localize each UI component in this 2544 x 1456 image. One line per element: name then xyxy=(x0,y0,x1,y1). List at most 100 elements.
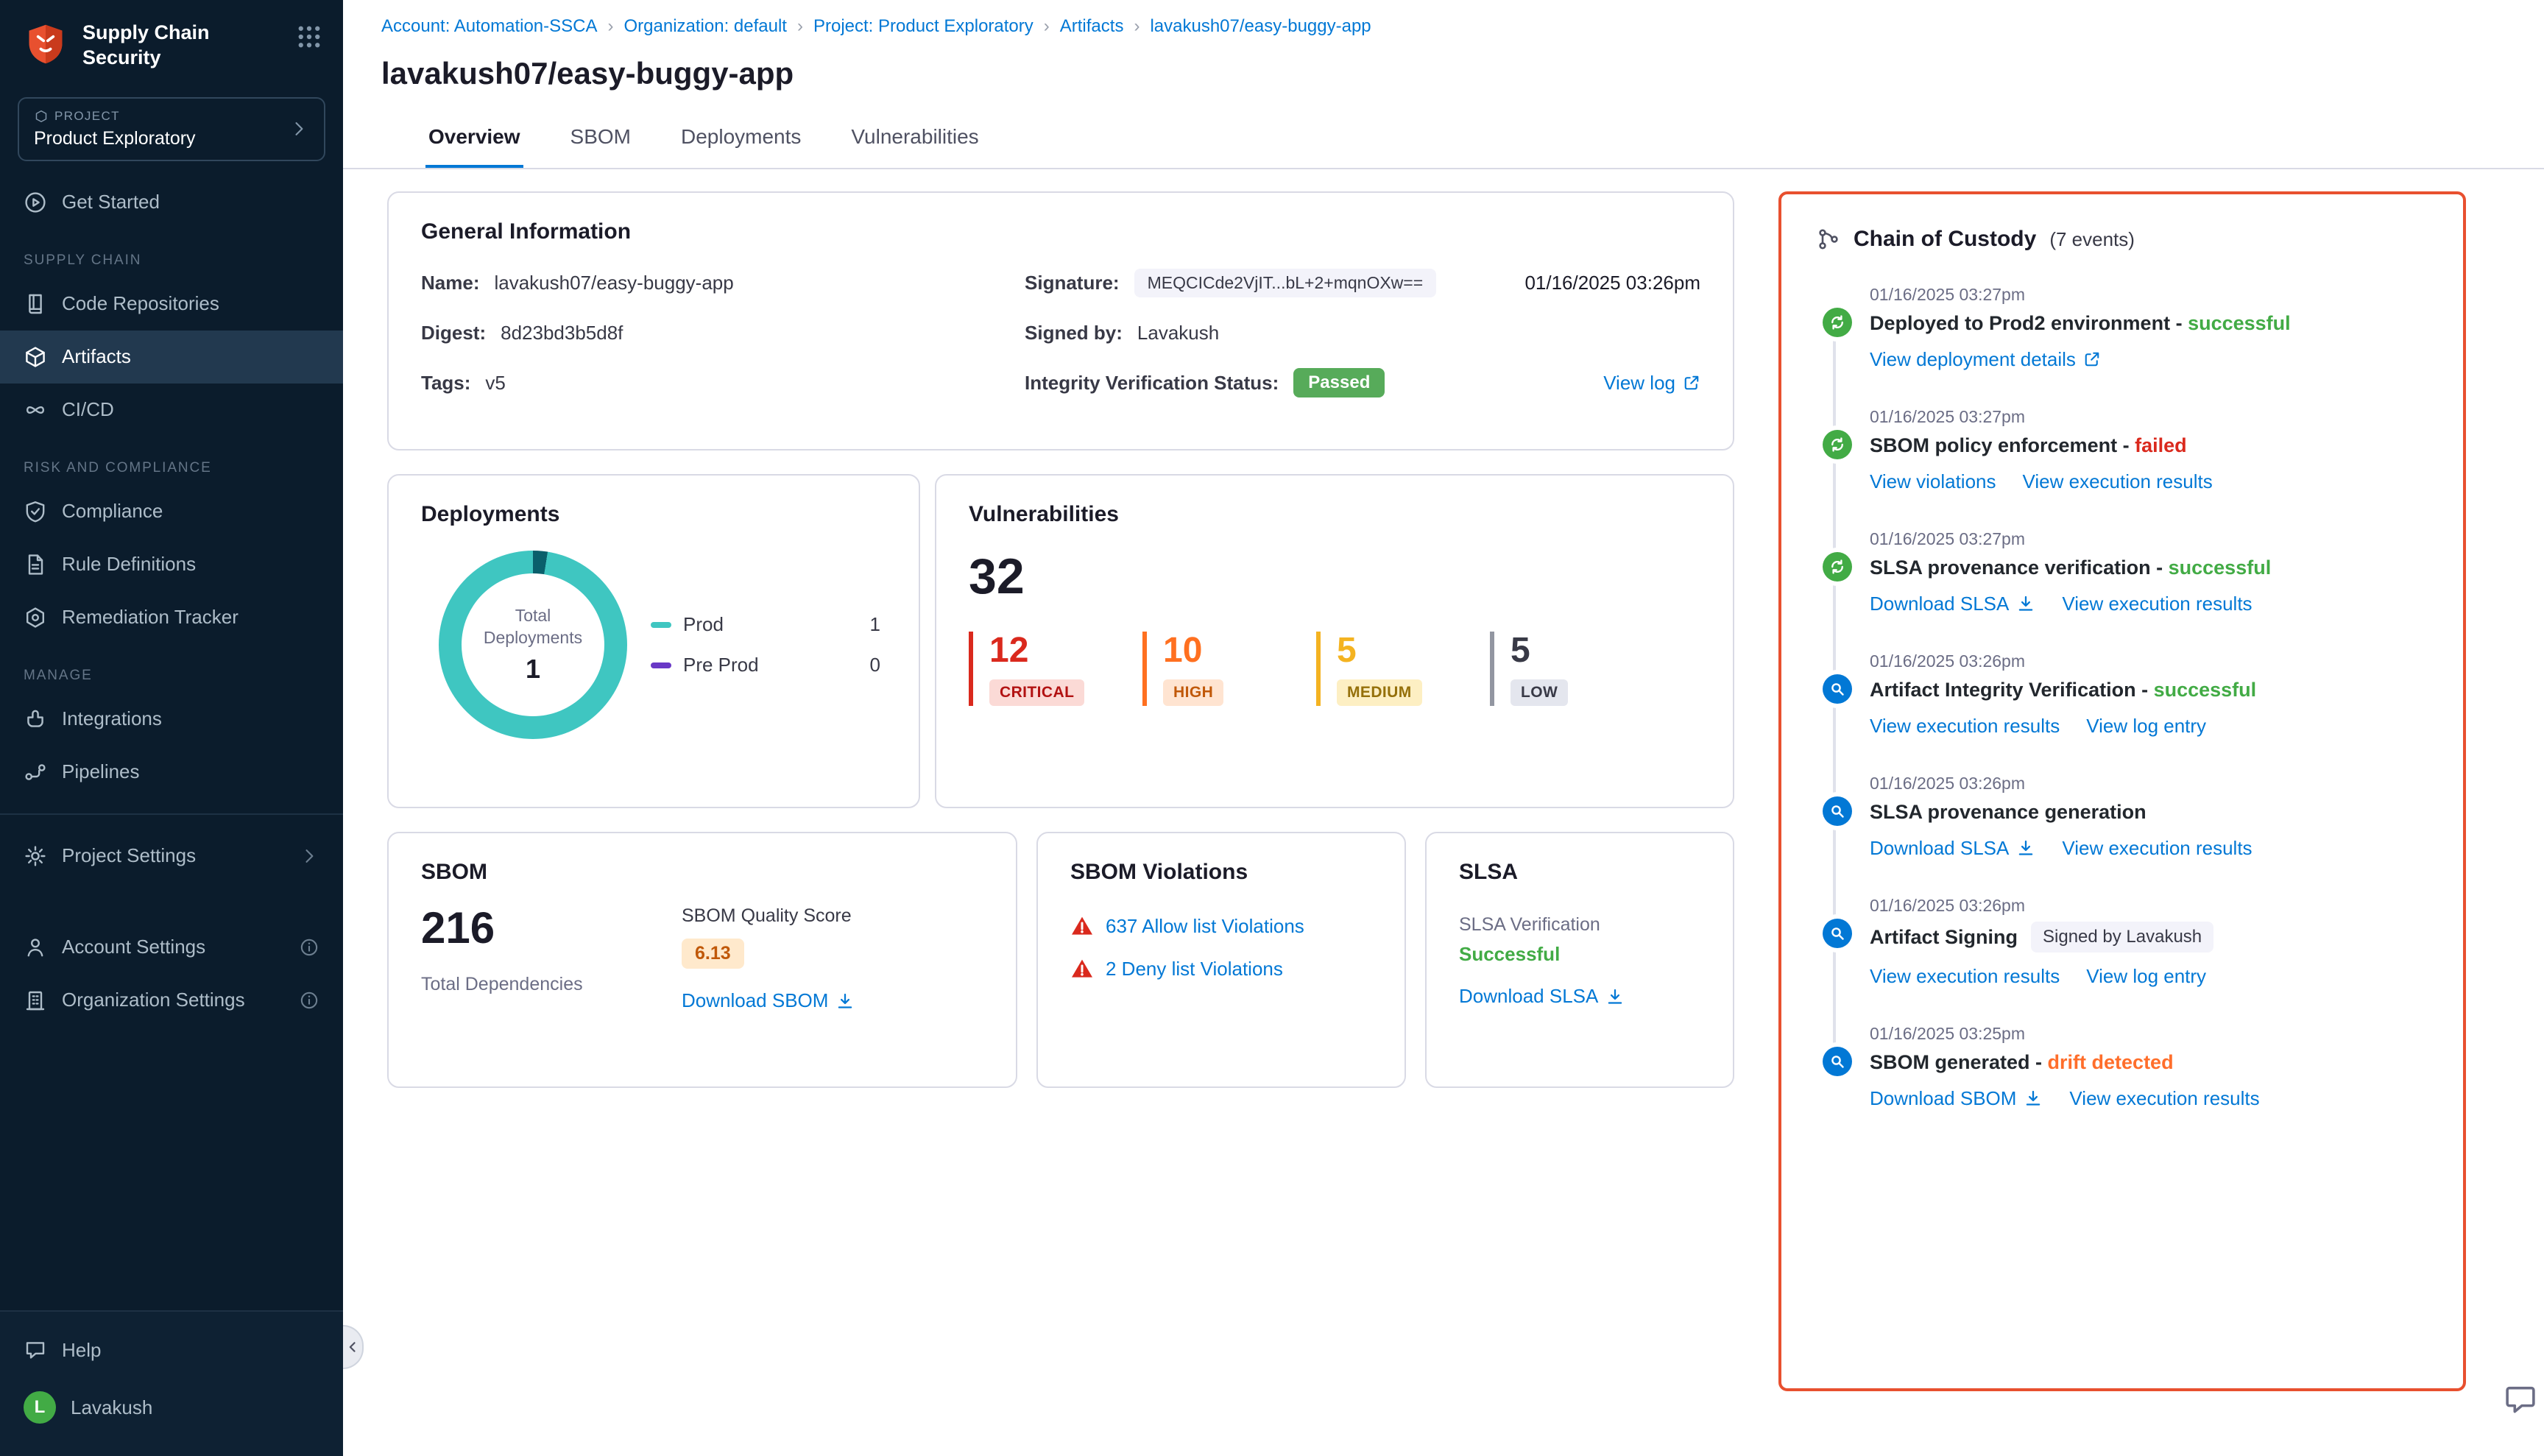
timeline-event: 01/16/2025 03:25pm SBOM generated - drif… xyxy=(1820,1023,2428,1110)
download-slsa-link[interactable]: Download SLSA xyxy=(1459,985,1625,1008)
download-slsa-link[interactable]: Download SLSA xyxy=(1870,592,2035,615)
signature-timestamp: 01/16/2025 03:26pm xyxy=(1524,272,1700,294)
field-tags: Tags: v5 xyxy=(421,368,1025,397)
rule-definitions-icon xyxy=(24,553,47,576)
sbom-quality-score: 6.13 xyxy=(682,939,744,969)
gear-icon xyxy=(24,844,47,868)
sidebar-item-help[interactable]: Help xyxy=(0,1324,343,1377)
event-title: SBOM generated - drift detected xyxy=(1870,1050,2428,1075)
section-label-supply-chain: SUPPLY CHAIN xyxy=(0,229,343,278)
pipelines-icon xyxy=(24,760,47,784)
chevron-right-icon xyxy=(299,846,319,866)
scan-icon xyxy=(1823,1047,1852,1076)
breadcrumb-project[interactable]: Project: Product Exploratory xyxy=(813,16,1034,37)
download-icon xyxy=(2016,838,2035,858)
legend-item-preprod: Pre Prod 0 xyxy=(651,654,880,676)
sbom-total-label: Total Dependencies xyxy=(421,974,583,995)
view-execution-results-link[interactable]: View execution results xyxy=(1870,964,2060,988)
account-icon xyxy=(24,936,47,959)
sidebar-item-label: Rule Definitions xyxy=(62,553,196,576)
scan-icon xyxy=(1823,674,1852,704)
sidebar-item-remediation-tracker[interactable]: Remediation Tracker xyxy=(0,591,343,644)
section-label-manage: MANAGE xyxy=(0,644,343,693)
download-sbom-link[interactable]: Download SBOM xyxy=(682,989,855,1012)
breadcrumb-account[interactable]: Account: Automation-SSCA xyxy=(381,16,597,37)
artifacts-icon xyxy=(24,345,47,369)
tab-vulnerabilities[interactable]: Vulnerabilities xyxy=(848,112,981,168)
download-slsa-link[interactable]: Download SLSA xyxy=(1870,836,2035,860)
sidebar-item-label: Get Started xyxy=(62,191,160,213)
legend-item-prod: Prod 1 xyxy=(651,613,880,636)
legend-swatch-preprod xyxy=(651,662,671,668)
tab-bar: Overview SBOM Deployments Vulnerabilitie… xyxy=(343,112,2544,169)
section-label-risk-compliance: RISK AND COMPLIANCE xyxy=(0,437,343,485)
timeline-event: 01/16/2025 03:26pm Artifact Integrity Ve… xyxy=(1820,651,2428,738)
chain-of-custody-title: Chain of Custody xyxy=(1854,227,2036,252)
event-status: successful xyxy=(2188,311,2291,336)
deny-list-violations-link[interactable]: 2 Deny list Violations xyxy=(1106,958,1283,980)
module-switcher-icon[interactable] xyxy=(296,24,322,50)
event-title: Artifact Signing Signed by Lavakush xyxy=(1870,922,2428,953)
sidebar-item-label: Remediation Tracker xyxy=(62,606,239,629)
sidebar-item-integrations[interactable]: Integrations xyxy=(0,693,343,746)
cicd-icon xyxy=(24,398,47,422)
main-area: Account: Automation-SSCA › Organization:… xyxy=(343,0,2544,1456)
allow-list-violations-row: 637 Allow list Violations xyxy=(1070,914,1372,938)
field-integrity-status: Integrity Verification Status: Passed Vi… xyxy=(1025,368,1700,397)
app-title: Supply Chain Security xyxy=(82,21,281,71)
severity-critical: 12 CRITICAL xyxy=(969,632,1142,706)
chevron-left-icon xyxy=(345,1340,360,1354)
sidebar-item-compliance[interactable]: Compliance xyxy=(0,485,343,538)
feedback-icon[interactable] xyxy=(2504,1382,2537,1415)
view-log-link[interactable]: View log xyxy=(1603,372,1700,395)
view-execution-results-link[interactable]: View execution results xyxy=(1870,714,2060,738)
breadcrumb-separator: › xyxy=(1134,16,1140,37)
sbom-title: SBOM xyxy=(421,860,983,885)
avatar: L xyxy=(24,1391,56,1424)
timeline-event: 01/16/2025 03:27pm SBOM policy enforceme… xyxy=(1820,406,2428,493)
sidebar-item-get-started[interactable]: Get Started xyxy=(0,176,343,229)
sidebar-user[interactable]: L Lavakush xyxy=(0,1377,343,1438)
sidebar-item-project-settings[interactable]: Project Settings xyxy=(0,830,343,883)
chain-of-custody-header: Chain of Custody (7 events) xyxy=(1817,227,2428,252)
sidebar-item-pipelines[interactable]: Pipelines xyxy=(0,746,343,799)
sidebar-item-label: Pipelines xyxy=(62,760,140,783)
sidebar-item-organization-settings[interactable]: Organization Settings xyxy=(0,974,343,1027)
deployments-title: Deployments xyxy=(421,502,886,527)
event-title: SBOM policy enforcement - failed xyxy=(1870,433,2428,458)
view-execution-results-link[interactable]: View execution results xyxy=(2069,1086,2259,1110)
download-sbom-link[interactable]: Download SBOM xyxy=(1870,1086,2043,1110)
breadcrumb-artifact-name[interactable]: lavakush07/easy-buggy-app xyxy=(1150,16,1371,37)
view-log-entry-link[interactable]: View log entry xyxy=(2086,714,2206,738)
tab-sbom[interactable]: SBOM xyxy=(568,112,634,168)
sidebar-item-cicd[interactable]: CI/CD xyxy=(0,384,343,437)
view-violations-link[interactable]: View violations xyxy=(1870,470,1996,493)
event-timestamp: 01/16/2025 03:25pm xyxy=(1870,1023,2428,1044)
sidebar-item-account-settings[interactable]: Account Settings xyxy=(0,921,343,974)
project-selector[interactable]: PROJECT Product Exploratory xyxy=(18,97,325,161)
allow-list-violations-link[interactable]: 637 Allow list Violations xyxy=(1106,915,1304,938)
breadcrumb-artifacts[interactable]: Artifacts xyxy=(1060,16,1124,37)
event-status: drift detected xyxy=(2048,1050,2174,1075)
organization-icon xyxy=(24,989,47,1012)
sidebar-footer: Help L Lavakush xyxy=(0,1310,343,1456)
view-execution-results-link[interactable]: View execution results xyxy=(2062,836,2252,860)
sidebar-item-rule-definitions[interactable]: Rule Definitions xyxy=(0,538,343,591)
deployments-legend: Prod 1 Pre Prod 0 xyxy=(651,596,880,694)
general-information-card: General Information Name: lavakush07/eas… xyxy=(387,191,1734,450)
project-selector-name: Product Exploratory xyxy=(34,128,196,149)
general-information-title: General Information xyxy=(421,219,1700,244)
view-execution-results-link[interactable]: View execution results xyxy=(2023,470,2213,493)
sidebar-item-artifacts[interactable]: Artifacts xyxy=(0,331,343,384)
tab-overview[interactable]: Overview xyxy=(425,112,523,168)
timeline-event: 01/16/2025 03:26pm Artifact Signing Sign… xyxy=(1820,895,2428,988)
tab-deployments[interactable]: Deployments xyxy=(678,112,804,168)
deployments-donut-chart: Total Deployments 1 xyxy=(439,551,627,739)
view-deployment-details-link[interactable]: View deployment details xyxy=(1870,347,2101,371)
breadcrumb-organization[interactable]: Organization: default xyxy=(623,16,786,37)
view-log-entry-link[interactable]: View log entry xyxy=(2086,964,2206,988)
external-link-icon xyxy=(1683,374,1700,392)
severity-high: 10 HIGH xyxy=(1142,632,1316,706)
sidebar-item-code-repositories[interactable]: Code Repositories xyxy=(0,278,343,331)
view-execution-results-link[interactable]: View execution results xyxy=(2062,592,2252,615)
